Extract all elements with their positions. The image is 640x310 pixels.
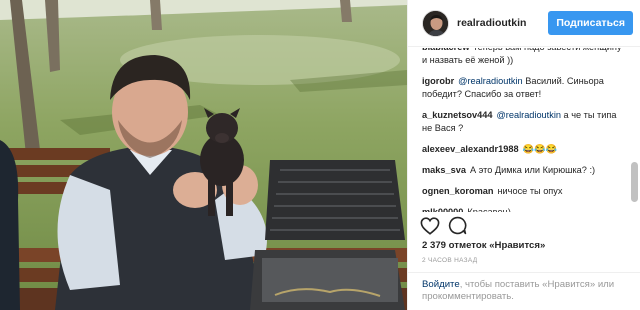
comment-text: Красавец) — [467, 207, 511, 212]
post-header: realradioutkin Подписаться — [408, 0, 640, 47]
likes-count[interactable]: 2 379 отметок «Нравится» — [422, 240, 545, 251]
post-photo[interactable] — [0, 0, 407, 310]
comment-item: igorobr @realradioutkin Василий. Синьора … — [422, 75, 625, 101]
comment-item: a_kuznetsov444 @realradioutkin а че ты ти… — [422, 109, 625, 135]
comment-item: blablacrewтеперь вам надо завести женщин… — [422, 48, 625, 67]
scrollbar-thumb[interactable] — [631, 162, 638, 202]
comment-author[interactable]: a_kuznetsov444 — [422, 110, 492, 120]
login-prompt: Войдите, чтобы поставить «Нравится» или … — [408, 272, 640, 310]
avatar-image — [423, 10, 448, 36]
login-link[interactable]: Войдите — [422, 279, 460, 290]
comment-mention[interactable]: @realradioutkin — [496, 110, 560, 120]
comment-item: maks_sva А это Димка или Кирюшка? :) — [422, 164, 625, 177]
comment-author[interactable]: blablacrew — [422, 48, 470, 52]
comment-item: alexeev_alexandr1988 😂😂😂 — [422, 143, 625, 156]
comment-author[interactable]: alexeev_alexandr1988 — [422, 144, 519, 154]
avatar[interactable] — [422, 9, 449, 37]
comment-text: ничосе ты опух — [497, 186, 563, 196]
comment-item: ognen_koroman ничосе ты опух — [422, 185, 625, 198]
instagram-post: realradioutkin Подписаться blablacrewтеп… — [0, 0, 640, 310]
comment-author[interactable]: ognen_koroman — [422, 186, 493, 196]
comment-mention[interactable]: @realradioutkin — [458, 76, 522, 86]
speech-bubble-icon[interactable] — [448, 216, 467, 235]
post-sidebar: realradioutkin Подписаться blablacrewтеп… — [407, 0, 640, 310]
comments-list[interactable]: blablacrewтеперь вам надо завести женщин… — [408, 48, 640, 212]
photo-illustration — [0, 0, 407, 310]
comment-item: mlk00000 Красавец) — [422, 206, 625, 212]
post-timestamp: 2 ЧАСОВ НАЗАД — [422, 257, 478, 264]
follow-button[interactable]: Подписаться — [548, 11, 633, 35]
comments-scrollbar[interactable] — [631, 50, 638, 210]
comment-text: А это Димка или Кирюшка? :) — [469, 165, 596, 175]
post-actions — [420, 216, 467, 235]
heart-outline-icon[interactable] — [420, 216, 440, 235]
comment-text: 😂😂😂 — [522, 144, 557, 154]
comment-author[interactable]: igorobr — [422, 76, 454, 86]
username-link[interactable]: realradioutkin — [457, 17, 545, 29]
comments-scroll-content: blablacrewтеперь вам надо завести женщин… — [422, 48, 625, 212]
comment-author[interactable]: mlk00000 — [422, 207, 463, 212]
comment-author[interactable]: maks_sva — [422, 165, 466, 175]
